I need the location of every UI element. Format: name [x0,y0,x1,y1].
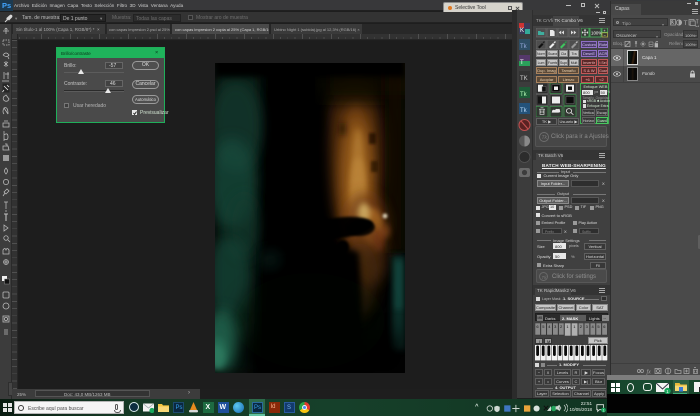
svg-text:Tk: Tk [520,108,528,114]
svg-text:100%: 100% [591,30,602,35]
svg-text:K: K [520,28,524,34]
svg-text:T: T [520,60,524,66]
svg-text:Tk: Tk [520,44,528,50]
svg-text:fx: fx [647,368,652,375]
svg-text:1: 1 [603,409,605,413]
svg-text:TK: TK [520,76,528,82]
svg-text:T: T [684,20,688,27]
svg-text:Tk: Tk [520,92,528,98]
